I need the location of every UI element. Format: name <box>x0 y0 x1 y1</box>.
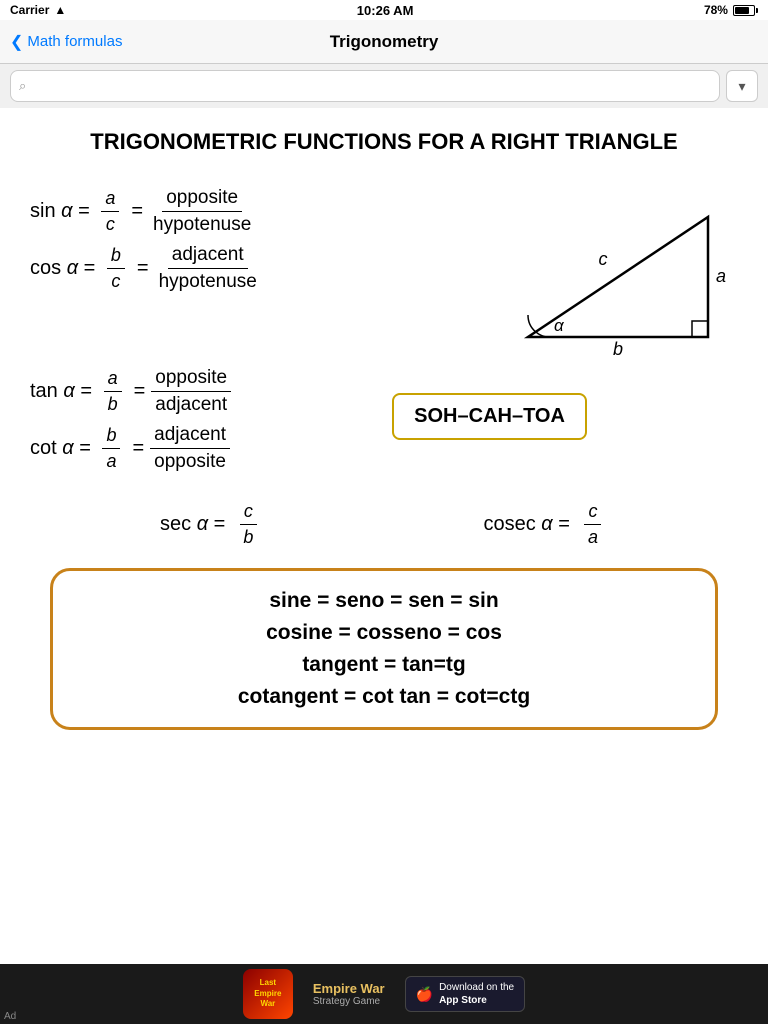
tan-wordfrac: opposite adjacent <box>151 367 231 416</box>
cot-word-den: opposite <box>150 449 230 473</box>
equiv-line-4: cotangent = cot tan = cot=ctg <box>77 685 691 709</box>
sin-word-num: opposite <box>162 187 242 212</box>
triangle-svg: c a b α <box>508 197 728 357</box>
apple-logo-icon: 🍎 <box>416 986 433 1003</box>
tan-word-den: adjacent <box>151 392 231 416</box>
ad-text-area: Empire War Strategy Game <box>313 981 385 1007</box>
sec-den: b <box>239 525 257 548</box>
sec-frac: c b <box>239 501 257 548</box>
sin-label: sin α = <box>30 200 95 223</box>
status-bar: Carrier ▲ 10:26 AM 78% <box>0 0 768 20</box>
cos-label: cos α = <box>30 257 101 280</box>
cosec-num: c <box>584 501 601 525</box>
formulas-top-section: sin α = a c = opposite hypotenuse cos α … <box>30 187 738 357</box>
equiv-line-2: cosine = cosseno = cos <box>77 621 691 645</box>
cos-eq: = <box>137 257 149 280</box>
ad-subtitle: Strategy Game <box>313 996 385 1007</box>
tan-num: a <box>104 368 122 392</box>
cos-formula: cos α = b c = adjacent hypotenuse <box>30 244 488 293</box>
sec-label: sec α = <box>160 513 225 536</box>
triangle-c-label: c <box>599 249 608 269</box>
sec-formula: sec α = c b <box>160 501 263 548</box>
sin-frac: a c <box>101 188 119 235</box>
cot-den: a <box>102 449 120 472</box>
nav-title: Trigonometry <box>330 32 439 52</box>
sin-den: c <box>102 212 119 235</box>
sohtoa-box: SOH–CAH–TOA <box>392 393 587 440</box>
formulas-left: sin α = a c = opposite hypotenuse cos α … <box>30 187 488 301</box>
app-store-text: Download on theApp Store <box>439 981 514 1007</box>
cos-frac: b c <box>107 245 125 292</box>
cot-label: cot α = <box>30 437 96 460</box>
equiv-line-1: sine = seno = sen = sin <box>77 589 691 613</box>
triangle-alpha-label: α <box>554 316 565 335</box>
search-icon: ⌕ <box>19 78 26 94</box>
tan-frac: a b <box>104 368 122 415</box>
ad-game-icon: LastEmpireWar <box>243 969 293 1019</box>
tan-eq: = <box>134 380 146 403</box>
battery-icon <box>733 5 758 16</box>
tan-cot-formulas: tan α = a b = opposite adjacent cot α = … <box>30 367 231 481</box>
cos-den: c <box>107 269 124 292</box>
time-label: 10:26 AM <box>357 3 414 18</box>
app-store-badge[interactable]: 🍎 Download on theApp Store <box>405 976 526 1012</box>
ad-title: Empire War <box>313 981 385 996</box>
tan-den: b <box>104 392 122 415</box>
carrier-label: Carrier <box>10 3 49 17</box>
status-left: Carrier ▲ <box>10 3 66 17</box>
cot-word-num: adjacent <box>150 424 230 449</box>
cos-word-num: adjacent <box>168 244 248 269</box>
cot-frac: b a <box>102 425 120 472</box>
search-bar: ⌕ ▾ <box>0 64 768 108</box>
tan-cot-section: tan α = a b = opposite adjacent cot α = … <box>30 367 738 481</box>
sec-cosec-section: sec α = c b cosec α = c a <box>30 501 738 548</box>
sin-num: a <box>101 188 119 212</box>
right-column: c a b α <box>488 187 738 357</box>
equiv-line-3: tangent = tan=tg <box>77 653 691 677</box>
back-button[interactable]: ❯ Math formulas <box>10 32 122 52</box>
page-title: TRIGONOMETRIC FUNCTIONS FOR A RIGHT TRIA… <box>30 128 738 157</box>
sin-eq: = <box>131 200 143 223</box>
sohtoa-area: SOH–CAH–TOA <box>231 377 738 440</box>
triangle-diagram: c a b α <box>498 197 738 357</box>
status-right: 78% <box>704 3 758 17</box>
cosec-den: a <box>584 525 602 548</box>
cos-wordfrac: adjacent hypotenuse <box>155 244 261 293</box>
sec-num: c <box>240 501 257 525</box>
ad-label: Ad <box>4 1011 16 1022</box>
back-label: Math formulas <box>27 33 122 50</box>
equivalence-box: sine = seno = sen = sin cosine = cosseno… <box>50 568 718 730</box>
main-content: TRIGONOMETRIC FUNCTIONS FOR A RIGHT TRIA… <box>0 108 768 750</box>
cos-word-den: hypotenuse <box>155 269 261 293</box>
tan-label: tan α = <box>30 380 98 403</box>
nav-bar: ❯ Math formulas Trigonometry <box>0 20 768 64</box>
ad-game-title: LastEmpireWar <box>254 978 281 1009</box>
wifi-icon: ▲ <box>54 3 66 17</box>
cosec-formula: cosec α = c a <box>483 501 607 548</box>
sin-formula: sin α = a c = opposite hypotenuse <box>30 187 488 236</box>
sin-wordfrac: opposite hypotenuse <box>149 187 255 236</box>
cot-formula: cot α = b a = adjacent opposite <box>30 424 231 473</box>
cos-num: b <box>107 245 125 269</box>
cot-num: b <box>102 425 120 449</box>
search-dropdown-button[interactable]: ▾ <box>726 70 758 102</box>
cot-wordfrac: adjacent opposite <box>150 424 230 473</box>
ad-inner: LastEmpireWar Empire War Strategy Game 🍎… <box>243 969 525 1019</box>
tan-formula: tan α = a b = opposite adjacent <box>30 367 231 416</box>
sin-word-den: hypotenuse <box>149 212 255 236</box>
search-input-wrapper[interactable]: ⌕ <box>10 70 720 102</box>
chevron-left-icon: ❯ <box>10 32 23 52</box>
cosec-label: cosec α = <box>483 513 569 536</box>
triangle-b-label: b <box>613 339 623 359</box>
cosec-frac: c a <box>584 501 602 548</box>
cot-eq: = <box>132 437 144 460</box>
ad-banner[interactable]: LastEmpireWar Empire War Strategy Game 🍎… <box>0 964 768 1024</box>
tan-word-num: opposite <box>151 367 231 392</box>
battery-percent: 78% <box>704 3 728 17</box>
sohtoa-label: SOH–CAH–TOA <box>414 405 565 427</box>
triangle-a-label: a <box>716 266 726 286</box>
search-input[interactable] <box>30 78 711 94</box>
